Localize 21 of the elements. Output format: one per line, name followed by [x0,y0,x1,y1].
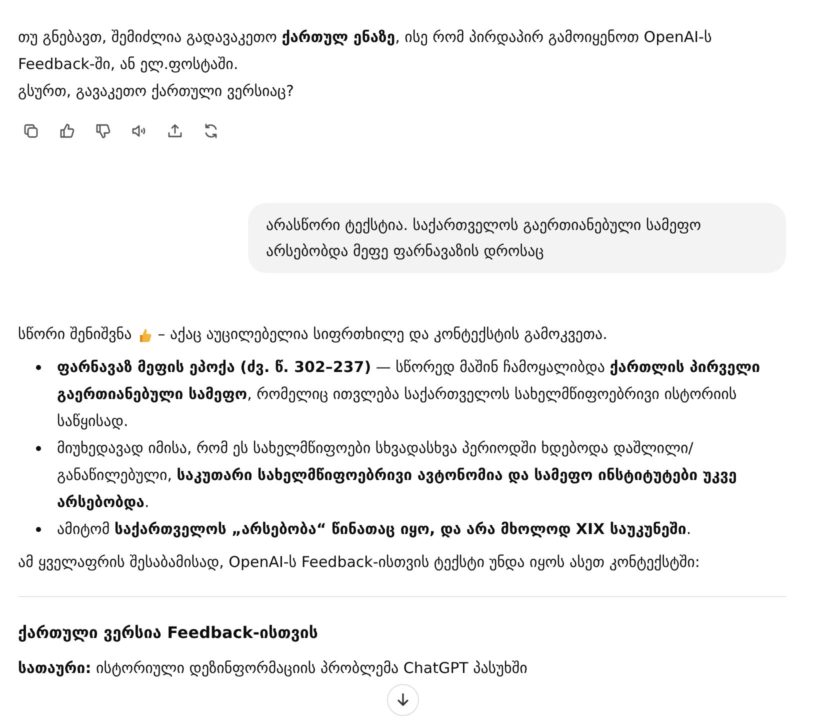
thumbs-up-icon [58,122,76,140]
arrow-down-icon [395,692,411,708]
list-item-text: ფარნავაზ მეფის ეპოქა (ძვ. წ. 302–237) — სწორედ მაშინ ჩამოყალიბდა ქართლის პირველი გაერთიანებული სამეფო, რომელიც ითვლება საქართველოს სახელმწიფოებრივი ისტორიის საწყისად. [57,357,762,432]
message-text: – აქაც აუცილებელია სიფრთხილე და კონტექსტის გამოკვეთა. [158,324,608,345]
list-item-text: მიუხედავად იმისა, რომ ეს სახელმწიფოები სხვადასხვა პერიოდში ხდებოდა დაშლილი/განაწილებული, საკუთარი სახელმწიფოებრივი ავტონომია და სამეფო ინსტიტუტები უკვე არსებობდა. [57,438,738,513]
bullet-dot [36,365,41,370]
copy-icon [22,122,40,140]
message-text: ამ ყველაფრის შესაბამისად, OpenAI-ს Feedback-ისთვის ტექსტი უნდა იყოს ასეთ კონტექსტში: [18,552,701,573]
user-message: არასწორი ტექსტია. საქართველოს გაერთიანებული სამეფო არსებობდა მეფე ფარნავაზის დროსაც [248,203,786,273]
message-text: სწორი შენიშვნა [18,324,132,345]
thumbs-down-icon [94,122,112,140]
thumbs-up-icon [138,326,152,342]
message-text: თუ გნებავთ, შემიძლია გადავაკეთო ქართულ ენაზე, ისე რომ პირდაპირ გამოიყენოთ OpenAI-ს Feedback-ში, ან ელ.ფოსტაში. [18,27,713,75]
scroll-down-button[interactable] [387,684,419,716]
section-heading: ქართული ვერსია Feedback-ისთვის [18,622,320,644]
share-icon [166,122,184,140]
list-item-text: ამიტომ საქართველოს „არსებობა“ წინათაც იყო, და არა მხოლოდ XIX საუკუნეში. [57,519,692,540]
bullet-dot [36,527,41,532]
message-text: გსურთ, გავაკეთო ქართული ვერსიაც? [18,81,295,102]
message-text: სათაური: ისტორიული დეზინფორმაციის პრობლემა ChatGPT პასუხში [18,658,528,679]
bullet-dot [36,446,41,451]
